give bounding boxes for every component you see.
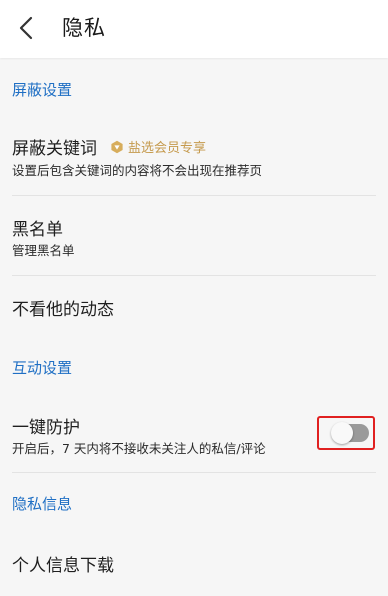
one-click-protect-title: 一键防护 — [12, 418, 80, 438]
vip-badge-label: 盐选会员专享 — [128, 141, 207, 156]
download-info-title: 个人信息下载 — [12, 556, 114, 576]
chevron-left-icon — [19, 16, 33, 40]
section-header-block-settings: 屏蔽设置 — [12, 81, 73, 99]
one-click-protect-subtitle: 开启后，7 天内将不接收未关注人的私信/评论 — [12, 441, 266, 456]
vip-badge: 盐选会员专享 — [110, 137, 206, 156]
hide-activity-title: 不看他的动态 — [12, 300, 114, 320]
page-title: 隐私 — [62, 16, 106, 40]
keywords-title: 屏蔽关键词 — [12, 139, 97, 159]
section-header-privacy-info: 隐私信息 — [12, 495, 73, 513]
top-bar: 隐私 — [0, 0, 388, 58]
blacklist-subtitle: 管理黑名单 — [12, 243, 75, 258]
vip-diamond-icon — [111, 140, 123, 153]
section-header-interaction-settings: 互动设置 — [12, 359, 73, 377]
privacy-settings-screen: 隐私 屏蔽设置 屏蔽关键词 盐选会员专享 设置后包含关键词的内容将不会出现在推荐… — [0, 0, 388, 596]
divider — [12, 472, 376, 473]
back-button[interactable] — [12, 14, 40, 42]
divider — [12, 275, 376, 276]
one-click-protect-toggle[interactable] — [331, 422, 369, 444]
toggle-knob — [331, 422, 353, 444]
keywords-subtitle: 设置后包含关键词的内容将不会出现在推荐页 — [12, 163, 263, 178]
divider — [12, 195, 376, 196]
blacklist-title: 黑名单 — [12, 220, 63, 240]
